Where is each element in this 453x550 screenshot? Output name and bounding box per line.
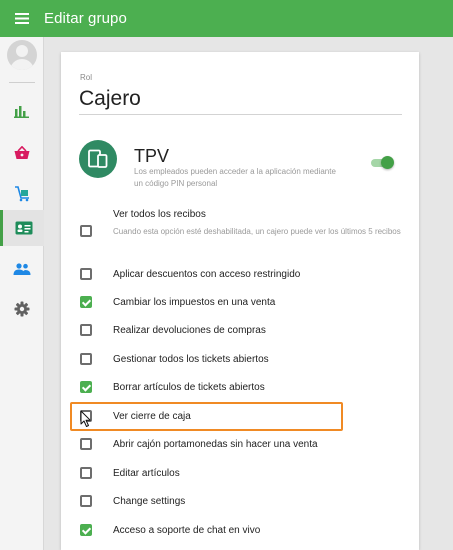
permission-checkbox[interactable] (80, 296, 92, 308)
tpv-toggle[interactable] (367, 155, 395, 171)
permission-label: Acceso a soporte de chat en vivo (113, 525, 261, 536)
inventory-cart-icon (15, 186, 29, 202)
menu-icon (15, 13, 29, 24)
permission-description: Cuando esta opción esté deshabilitada, u… (113, 227, 401, 236)
permission-row[interactable]: Realizar devoluciones de compras (61, 320, 419, 340)
permission-label: Change settings (113, 496, 186, 507)
role-field-underline (79, 114, 402, 115)
employees-badge-icon (15, 221, 32, 235)
avatar-icon[interactable] (7, 40, 37, 70)
permission-row[interactable]: Ver cierre de caja (61, 406, 419, 426)
navigation-rail (0, 37, 44, 550)
nav-item-inventory[interactable] (0, 176, 44, 212)
nav-item-employees[interactable] (0, 210, 44, 246)
permission-row[interactable]: Abrir cajón portamonedas sin hacer una v… (61, 434, 419, 454)
menu-button[interactable] (0, 0, 44, 37)
permission-checkbox[interactable] (80, 268, 92, 280)
permission-label: Cambiar los impuestos en una venta (113, 297, 276, 308)
permission-label: Ver todos los recibos (113, 209, 206, 220)
devices-icon (88, 149, 108, 168)
permission-label: Editar artículos (113, 468, 180, 479)
permission-row[interactable]: Ver todos los recibos Cuando esta opción… (61, 207, 419, 253)
permission-row[interactable]: Aplicar descuentos con acceso restringid… (61, 264, 419, 284)
permission-checkbox[interactable] (80, 467, 92, 479)
permission-label: Ver cierre de caja (113, 411, 191, 422)
mouse-pointer-icon (80, 410, 91, 427)
nav-item-sales[interactable] (0, 135, 44, 171)
permission-row[interactable]: Acceso a soporte de chat en vivo (61, 520, 419, 540)
basket-icon (14, 146, 30, 159)
permission-checkbox[interactable] (80, 524, 92, 536)
permission-checkbox[interactable] (80, 324, 92, 336)
nav-item-settings[interactable] (0, 291, 44, 327)
permission-checkbox[interactable] (80, 438, 92, 450)
permission-checkbox[interactable] (80, 353, 92, 365)
role-name-field[interactable]: Cajero (79, 87, 141, 111)
edit-group-card: Rol Cajero TPV Los empleados pueden acce… (61, 52, 419, 550)
permission-row[interactable]: Cambiar los impuestos en una venta (61, 292, 419, 312)
tpv-icon-circle (79, 140, 117, 178)
bar-chart-icon (14, 106, 29, 118)
permission-checkbox[interactable] (80, 495, 92, 507)
role-label: Rol (80, 73, 93, 82)
nav-item-customers[interactable] (0, 251, 44, 287)
tpv-title: TPV (134, 146, 170, 166)
permission-checkbox[interactable] (80, 381, 92, 393)
permission-row[interactable]: Editar artículos (61, 463, 419, 483)
permission-label: Abrir cajón portamonedas sin hacer una v… (113, 439, 318, 450)
customers-icon (13, 263, 31, 275)
nav-item-reports[interactable] (0, 93, 44, 129)
rail-divider (9, 82, 35, 83)
permission-row[interactable]: Borrar artículos de tickets abiertos (61, 377, 419, 397)
permission-label: Borrar artículos de tickets abiertos (113, 382, 265, 393)
permission-checkbox[interactable] (80, 225, 92, 237)
permission-label: Aplicar descuentos con acceso restringid… (113, 269, 301, 280)
page-title: Editar grupo (44, 10, 127, 27)
app-bar: Editar grupo (0, 0, 453, 37)
tpv-description: Los empleados pueden acceder a la aplica… (134, 167, 336, 188)
permission-row[interactable]: Change settings (61, 491, 419, 511)
settings-icon (14, 301, 30, 317)
permission-row[interactable]: Gestionar todos los tickets abiertos (61, 349, 419, 369)
permission-label: Gestionar todos los tickets abiertos (113, 354, 269, 365)
permission-label: Realizar devoluciones de compras (113, 325, 266, 336)
